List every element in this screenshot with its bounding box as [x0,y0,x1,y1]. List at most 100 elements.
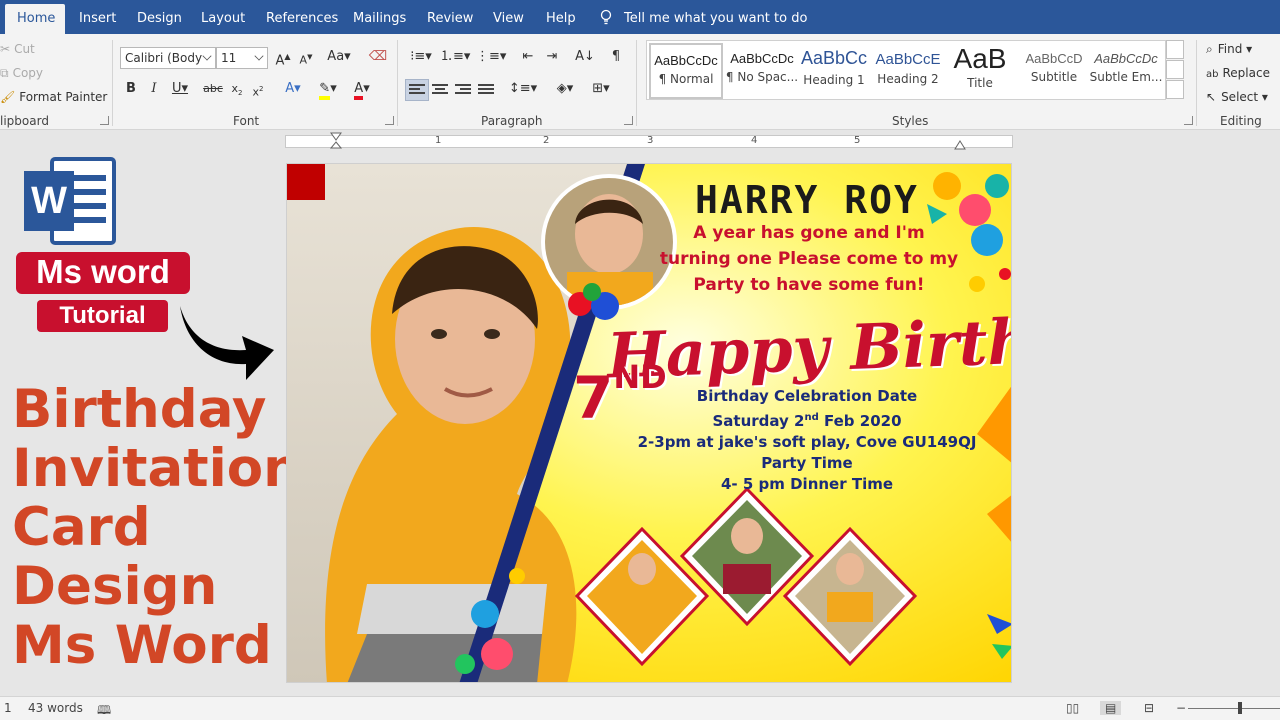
tab-mailings[interactable]: Mailings [353,4,406,34]
select-button[interactable]: ↖ Select ▾ [1206,90,1268,104]
subscript-icon[interactable]: x2 [228,79,246,101]
shading-icon[interactable]: ◈▾ [550,79,580,101]
paragraph-launcher-icon[interactable] [624,116,633,125]
copy-button[interactable]: ⧉ Copy [0,66,43,81]
proofing-icon[interactable]: 🕮 [97,701,111,720]
tab-layout[interactable]: Layout [201,4,245,34]
strikethrough-icon[interactable]: abc [202,79,224,101]
status-bar: 1 43 words 🕮 ▯▯ ▤ ⊟ − [0,696,1280,720]
bold-icon[interactable]: B [122,79,140,101]
print-layout-icon[interactable]: ▤ [1100,701,1122,715]
tab-help[interactable]: Help [546,4,576,34]
multilevel-list-icon[interactable]: ⋮≡▾ [476,47,506,69]
indent-marker-icon[interactable] [330,132,342,152]
zoom-slider[interactable] [1188,708,1280,709]
style-no-spacing[interactable]: AaBbCcDc ¶ No Spac... [725,43,799,99]
replace-button[interactable]: ab Replace [1206,66,1270,80]
tab-review[interactable]: Review [427,4,473,34]
styles-group-label: Styles [892,114,929,128]
red-corner-mark [287,164,325,200]
svg-text:W: W [31,180,67,222]
page-indicator[interactable]: 1 [4,701,12,715]
font-name-dropdown[interactable]: Calibri (Body [120,47,216,69]
style-subtitle[interactable]: AaBbCcD Subtitle [1017,43,1091,99]
card-message: A year has gone and I'm turning one Plea… [659,223,959,295]
ruler-number: 1 [435,135,442,146]
decrease-indent-icon[interactable]: ⇤ [518,47,538,69]
zoom-out-icon[interactable]: − [1176,701,1186,715]
clipboard-group-label: lipboard [0,114,49,128]
format-painter-button[interactable]: 🖌 Format Painter [0,90,107,104]
tutorial-badge: Tutorial [37,300,168,332]
tab-insert[interactable]: Insert [79,4,116,34]
bullets-icon[interactable]: ⁝≡▾ [407,47,435,69]
change-case-icon[interactable]: Aa▾ [325,47,353,69]
text-effects-icon[interactable]: A▾ [280,79,306,101]
web-layout-icon[interactable]: ⊟ [1144,701,1154,715]
tell-me-search[interactable]: Tell me what you want to do [600,4,807,34]
shrink-font-icon[interactable]: A▼ [297,47,315,69]
underline-icon[interactable]: U▾ [168,79,192,101]
font-launcher-icon[interactable] [385,116,394,125]
tab-view[interactable]: View [493,4,524,34]
numbering-icon[interactable]: ⒈≡▾ [440,47,470,69]
italic-icon[interactable]: I [145,79,163,101]
group-separator [636,40,637,126]
align-right-icon[interactable] [455,84,471,98]
show-paragraph-marks-icon[interactable]: ¶ [606,47,626,69]
grow-font-icon[interactable]: A▲ [274,47,292,69]
superscript-icon[interactable]: x2 [249,79,267,101]
group-separator [1196,40,1197,126]
increase-indent-icon[interactable]: ⇥ [542,47,562,69]
style-normal[interactable]: AaBbCcDc ¶ Normal [649,43,723,99]
ribbon-home: ✂ Cut ⧉ Copy 🖌 Format Painter lipboard Cali… [0,34,1280,130]
paragraph-group-label: Paragraph [481,114,543,128]
borders-icon[interactable]: ⊞▾ [586,79,616,101]
tab-references[interactable]: References [266,4,338,34]
curved-arrow-icon [180,306,274,380]
align-center-icon[interactable] [432,84,448,98]
document-page[interactable]: HARRY ROY A year has gone and I'm turnin… [286,163,1012,683]
word-logo-icon: W [24,157,116,245]
styles-gallery: AaBbCcDc ¶ Normal AaBbCcDc ¶ No Spac... Aa… [646,40,1166,100]
sort-icon[interactable]: A↓ [575,47,595,69]
editing-group-label: Editing [1220,114,1262,128]
style-subtle-emphasis[interactable]: AaBbCcDc Subtle Em... [1089,43,1163,99]
card-name: HARRY ROY [695,178,919,222]
align-left-lines [409,84,425,98]
replace-icon: ab [1206,69,1219,80]
horizontal-ruler[interactable]: 1 2 3 4 5 [285,132,1013,150]
line-spacing-icon[interactable]: ↕≡▾ [508,79,538,101]
styles-launcher-icon[interactable] [1184,116,1193,125]
highlight-color-icon[interactable]: ✎▾ [313,79,343,101]
copy-icon: ⧉ [0,66,9,80]
styles-more-icon[interactable] [1166,80,1184,99]
cut-button[interactable]: ✂ Cut [0,42,35,56]
word-count[interactable]: 43 words [28,701,83,715]
font-group-label: Font [233,114,260,128]
right-indent-marker-icon[interactable] [954,140,966,150]
style-title[interactable]: AaB Title [943,43,1017,99]
chevron-down-icon [202,51,212,61]
font-color-icon[interactable]: A▾ [348,79,376,101]
ruler-number: 4 [751,135,758,146]
justify-icon[interactable] [478,84,494,98]
find-button[interactable]: ⌕ Find ▾ [1206,42,1252,57]
chevron-down-icon [254,51,264,61]
tab-design[interactable]: Design [137,4,182,34]
clear-formatting-icon[interactable]: ⌫ [368,47,388,69]
style-heading-2[interactable]: AaBbCcE Heading 2 [871,43,945,99]
tab-home[interactable]: Home [5,4,65,34]
zoom-slider-thumb[interactable] [1238,702,1242,714]
tell-me-text: Tell me what you want to do [624,11,808,26]
font-size-dropdown[interactable]: 11 [216,47,268,69]
styles-scroll-up-icon[interactable] [1166,40,1184,59]
style-heading-1[interactable]: AaBbCc Heading 1 [797,43,871,99]
paintbrush-icon: 🖌 [0,90,16,104]
styles-scroll-down-icon[interactable] [1166,60,1184,79]
ruler-number: 2 [543,135,550,146]
scissors-icon: ✂ [0,42,11,56]
thumbnail-title: Birthday Invitation Card Design Ms Word [12,379,301,676]
read-mode-icon[interactable]: ▯▯ [1066,701,1079,715]
clipboard-launcher-icon[interactable] [100,116,109,125]
